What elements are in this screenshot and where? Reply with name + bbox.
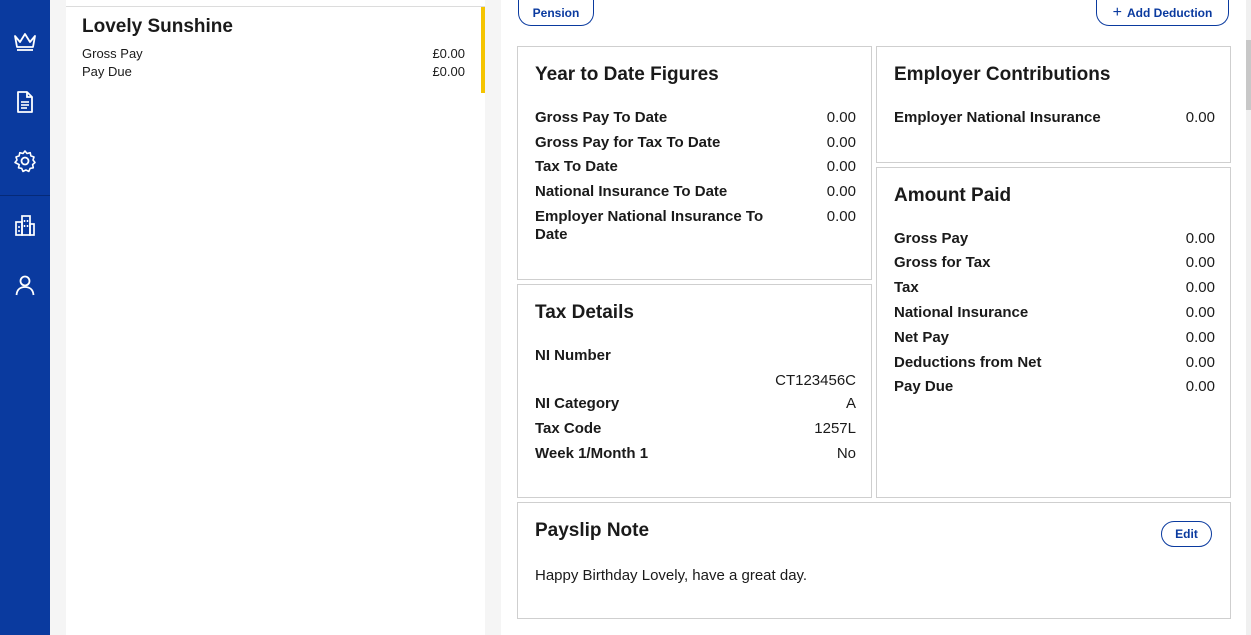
tax-row: Tax Code 1257L bbox=[535, 420, 856, 437]
ni-number-label: NI Number bbox=[535, 347, 611, 364]
pension-button-label: Pension bbox=[532, 5, 580, 20]
tax-label: Tax Code bbox=[535, 420, 602, 437]
paid-value: 0.00 bbox=[1185, 279, 1215, 296]
add-deduction-button[interactable]: + Add Deduction bbox=[1096, 0, 1229, 26]
ytd-row: Gross Pay To Date 0.00 bbox=[535, 109, 856, 126]
ytd-value: 0.00 bbox=[826, 134, 856, 151]
ytd-row: Employer National Insurance To Date 0.00 bbox=[535, 208, 856, 244]
paid-value: 0.00 bbox=[1185, 304, 1215, 321]
sidebar-divider bbox=[0, 195, 50, 196]
paid-row: National Insurance 0.00 bbox=[894, 304, 1215, 321]
employee-gross-pay-label: Gross Pay bbox=[82, 46, 143, 61]
ytd-value: 0.00 bbox=[826, 208, 856, 225]
ytd-row: Tax To Date 0.00 bbox=[535, 158, 856, 175]
ytd-value: 0.00 bbox=[826, 158, 856, 175]
pension-button[interactable]: Pension bbox=[518, 0, 594, 26]
ytd-label: Tax To Date bbox=[535, 158, 618, 175]
paid-label: Tax bbox=[894, 279, 919, 296]
note-title: Payslip Note bbox=[535, 520, 650, 541]
tax-row: NI Category A bbox=[535, 395, 856, 412]
ytd-label: National Insurance To Date bbox=[535, 183, 728, 200]
employee-pay-due-label: Pay Due bbox=[82, 64, 132, 79]
tax-value: 1257L bbox=[814, 420, 856, 437]
tax-value: A bbox=[845, 395, 856, 412]
employee-gross-pay-row: Gross Pay £0.00 bbox=[82, 46, 465, 61]
document-icon[interactable] bbox=[0, 82, 50, 122]
gear-icon[interactable] bbox=[0, 141, 50, 181]
paid-row: Pay Due 0.00 bbox=[894, 378, 1215, 395]
employee-card[interactable]: Lovely Sunshine Gross Pay £0.00 Pay Due … bbox=[66, 6, 485, 93]
amount-paid-card: Amount Paid Gross Pay 0.00 Gross for Tax… bbox=[876, 167, 1231, 498]
ytd-label: Gross Pay To Date bbox=[535, 109, 668, 126]
ytd-label: Employer National Insurance To Date bbox=[535, 208, 764, 243]
employer-contributions-card: Employer Contributions Employer National… bbox=[876, 46, 1231, 163]
edit-note-button[interactable]: Edit bbox=[1161, 521, 1212, 547]
employee-name: Lovely Sunshine bbox=[82, 16, 233, 37]
ytd-label: Gross Pay for Tax To Date bbox=[535, 134, 721, 151]
tax-row: Week 1/Month 1 No bbox=[535, 445, 856, 462]
paid-label: National Insurance bbox=[894, 304, 1029, 321]
ni-number-value: CT123456C bbox=[775, 372, 856, 389]
paid-label: Deductions from Net bbox=[894, 354, 1042, 371]
employer-label: Employer National Insurance bbox=[894, 109, 1101, 126]
employee-pay-due-value: £0.00 bbox=[432, 64, 465, 79]
employee-pay-due-row: Pay Due £0.00 bbox=[82, 64, 465, 79]
selected-indicator bbox=[481, 7, 485, 93]
paid-row: Gross for Tax 0.00 bbox=[894, 254, 1215, 271]
paid-row: Net Pay 0.00 bbox=[894, 329, 1215, 346]
sidebar bbox=[0, 0, 50, 635]
paid-row: Tax 0.00 bbox=[894, 279, 1215, 296]
paid-value: 0.00 bbox=[1185, 329, 1215, 346]
payslip-note-card: Payslip Note Edit Happy Birthday Lovely,… bbox=[517, 502, 1231, 619]
paid-row: Gross Pay 0.00 bbox=[894, 230, 1215, 247]
paid-value: 0.00 bbox=[1185, 378, 1215, 395]
ytd-value: 0.00 bbox=[826, 109, 856, 126]
ni-number-row: CT123456C bbox=[535, 372, 856, 389]
tax-label: NI Category bbox=[535, 395, 620, 412]
paid-value: 0.00 bbox=[1185, 230, 1215, 247]
employer-value: 0.00 bbox=[1185, 109, 1215, 126]
paid-row: Deductions from Net 0.00 bbox=[894, 354, 1215, 371]
employer-title: Employer Contributions bbox=[894, 64, 1111, 85]
paid-label: Net Pay bbox=[894, 329, 950, 346]
scrollbar-thumb[interactable] bbox=[1246, 40, 1251, 110]
tax-title: Tax Details bbox=[535, 302, 634, 323]
paid-value: 0.00 bbox=[1185, 254, 1215, 271]
tax-details-card: Tax Details NI Number CT123456C NI Categ… bbox=[517, 284, 872, 498]
paid-title: Amount Paid bbox=[894, 185, 1012, 206]
plus-icon: + bbox=[1112, 3, 1122, 21]
employee-gross-pay-value: £0.00 bbox=[432, 46, 465, 61]
building-icon[interactable] bbox=[0, 205, 50, 245]
paid-value: 0.00 bbox=[1185, 354, 1215, 371]
paid-label: Gross Pay bbox=[894, 230, 969, 247]
note-text: Happy Birthday Lovely, have a great day. bbox=[535, 567, 808, 584]
add-deduction-label: Add Deduction bbox=[1127, 5, 1213, 20]
user-icon[interactable] bbox=[0, 265, 50, 305]
crown-icon[interactable] bbox=[0, 21, 50, 61]
tax-value: No bbox=[836, 445, 856, 462]
tax-label: Week 1/Month 1 bbox=[535, 445, 649, 462]
ytd-title: Year to Date Figures bbox=[535, 64, 719, 85]
scrollbar[interactable] bbox=[1246, 0, 1251, 635]
ytd-value: 0.00 bbox=[826, 183, 856, 200]
paid-label: Pay Due bbox=[894, 378, 954, 395]
ytd-card: Year to Date Figures Gross Pay To Date 0… bbox=[517, 46, 872, 280]
employee-list-panel bbox=[66, 0, 485, 635]
ytd-row: National Insurance To Date 0.00 bbox=[535, 183, 856, 200]
edit-note-label: Edit bbox=[1175, 527, 1198, 541]
employer-row: Employer National Insurance 0.00 bbox=[894, 109, 1215, 126]
ytd-row: Gross Pay for Tax To Date 0.00 bbox=[535, 134, 856, 151]
paid-label: Gross for Tax bbox=[894, 254, 991, 271]
